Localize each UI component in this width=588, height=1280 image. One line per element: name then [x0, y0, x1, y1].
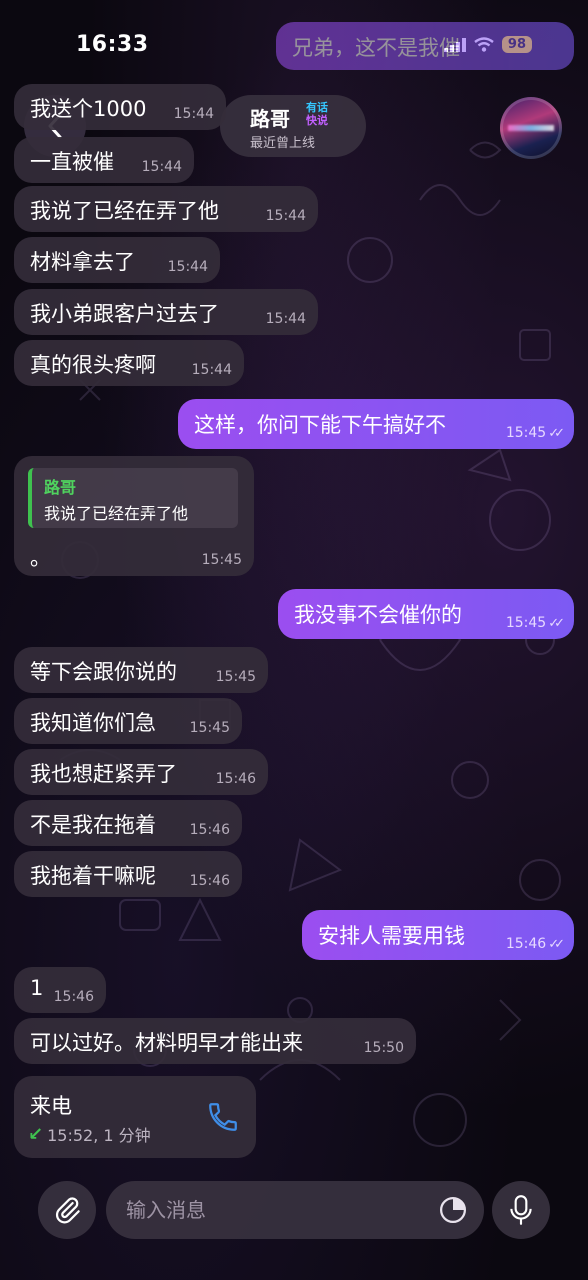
message-time: 15:46: [54, 989, 94, 1005]
message-time-text: 15:50: [363, 1040, 404, 1056]
message-time-text: 15:44: [265, 208, 306, 224]
message-time-text: 15:45: [189, 720, 230, 736]
outgoing-message[interactable]: 兄弟，这不是我催: [276, 22, 574, 70]
contact-avatar[interactable]: [500, 97, 562, 159]
message-text: 我知道你们急: [30, 711, 156, 735]
chat-title[interactable]: 路哥 有话 快说 最近曾上线: [220, 95, 366, 157]
message-time: 15:46: [190, 873, 230, 889]
message-time-text: 15:46: [189, 822, 230, 838]
call-meta: ↙ 15:52, 1 分钟: [28, 1122, 151, 1146]
message-time: 15:44: [266, 208, 306, 224]
message-time-text: 15:45: [505, 615, 547, 631]
read-receipt-icon: ✓✓: [548, 937, 565, 952]
call-message[interactable]: 来电 ↙ 15:52, 1 分钟: [14, 1076, 256, 1158]
message-text: 一直被催: [30, 150, 114, 174]
message-text: 可以过好。材料明早才能出来: [30, 1031, 303, 1055]
incoming-message[interactable]: 我也想赶紧弄了 15:46: [14, 749, 268, 795]
reply-quote-author: 路哥: [44, 478, 77, 497]
message-time: 15:46 ✓✓: [505, 936, 565, 952]
outgoing-message[interactable]: 我没事不会催你的 15:45 ✓✓: [278, 589, 574, 639]
incoming-message[interactable]: 我知道你们急 15:45: [14, 698, 242, 744]
message-time: 15:45 ✓✓: [505, 425, 565, 441]
message-text: 安排人需要用钱: [318, 924, 465, 948]
incoming-message[interactable]: 一直被催 15:44: [14, 137, 194, 183]
message-time: 15:45: [202, 552, 242, 568]
sticker-icon[interactable]: [438, 1195, 468, 1225]
message-text: 不是我在拖着: [30, 813, 156, 837]
message-time-text: 15:46: [189, 873, 230, 889]
message-time: 15:44: [192, 362, 232, 378]
message-time: 15:46: [216, 771, 256, 787]
message-text: 我也想赶紧弄了: [30, 762, 177, 786]
call-meta-text: 15:52, 1 分钟: [47, 1126, 151, 1145]
message-time: 15:46: [190, 822, 230, 838]
outgoing-message[interactable]: 安排人需要用钱 15:46 ✓✓: [302, 910, 574, 960]
reply-quote[interactable]: 路哥我说了已经在弄了他: [28, 468, 238, 528]
message-time-text: 15:44: [173, 106, 214, 122]
message-time-text: 15:46: [53, 989, 94, 1005]
read-receipt-icon: ✓✓: [548, 426, 565, 441]
message-time: 15:44: [168, 259, 208, 275]
incoming-message[interactable]: 我小弟跟客户过去了 15:44: [14, 289, 318, 335]
message-text: 我送个1000: [30, 97, 147, 121]
read-receipt-icon: ✓✓: [548, 616, 565, 631]
message-text: 我没事不会催你的: [294, 603, 462, 627]
message-time: 15:50: [364, 1040, 404, 1056]
message-time: 15:45: [190, 720, 230, 736]
message-input-container: [106, 1181, 484, 1239]
microphone-icon: [510, 1195, 532, 1225]
message-text: 兄弟，这不是我催: [292, 36, 460, 60]
message-time-text: 15:44: [167, 259, 208, 275]
incoming-message[interactable]: 1 15:46: [14, 967, 106, 1013]
contact-name: 路哥: [250, 107, 290, 131]
message-text: 等下会跟你说的: [30, 660, 177, 684]
message-time: 15:45 ✓✓: [505, 615, 565, 631]
incoming-message[interactable]: 路哥我说了已经在弄了他。 15:45: [14, 456, 254, 576]
message-text: 这样，你问下能下午搞好不: [194, 413, 446, 437]
message-time-text: 15:45: [201, 552, 242, 568]
message-time-text: 15:45: [215, 669, 256, 685]
message-text: 1: [30, 976, 44, 1000]
reply-quote-text: 我说了已经在弄了他: [44, 504, 189, 523]
paperclip-icon: [55, 1197, 80, 1224]
incoming-message[interactable]: 不是我在拖着 15:46: [14, 800, 242, 846]
message-text: 。: [30, 546, 51, 570]
message-time-text: 15:46: [505, 936, 547, 952]
attach-button[interactable]: [38, 1181, 96, 1239]
contact-badge: 有话 快说: [306, 101, 328, 127]
outgoing-message[interactable]: 这样，你问下能下午搞好不 15:45 ✓✓: [178, 399, 574, 449]
incoming-message[interactable]: 可以过好。材料明早才能出来 15:50: [14, 1018, 416, 1064]
message-time-text: 15:44: [265, 311, 306, 327]
message-text: 真的很头疼啊: [30, 353, 156, 377]
incoming-message[interactable]: 材料拿去了 15:44: [14, 237, 220, 283]
incoming-arrow-icon: ↙: [28, 1123, 44, 1145]
message-time-text: 15:44: [141, 159, 182, 175]
incoming-message[interactable]: 我送个1000 15:44: [14, 84, 226, 130]
message-text: 材料拿去了: [30, 250, 135, 274]
message-time: 15:44: [174, 106, 214, 122]
status-time: 16:33: [76, 32, 149, 57]
message-time-text: 15:46: [215, 771, 256, 787]
call-title: 来电: [30, 1094, 72, 1118]
message-text: 我说了已经在弄了他: [30, 199, 219, 223]
message-time: 15:45: [216, 669, 256, 685]
message-time-text: 15:44: [191, 362, 232, 378]
incoming-message[interactable]: 真的很头疼啊 15:44: [14, 340, 244, 386]
phone-icon[interactable]: [206, 1100, 240, 1134]
incoming-message[interactable]: 我拖着干嘛呢 15:46: [14, 851, 242, 897]
microphone-button[interactable]: [492, 1181, 550, 1239]
incoming-message[interactable]: 我说了已经在弄了他 15:44: [14, 186, 318, 232]
message-text: 我拖着干嘛呢: [30, 864, 156, 888]
message-text: 我小弟跟客户过去了: [30, 302, 219, 326]
message-time: 15:44: [266, 311, 306, 327]
message-input[interactable]: [124, 1197, 428, 1223]
message-time-text: 15:45: [505, 425, 547, 441]
incoming-message[interactable]: 等下会跟你说的 15:45: [14, 647, 268, 693]
message-time: 15:44: [142, 159, 182, 175]
contact-status: 最近曾上线: [250, 136, 316, 151]
